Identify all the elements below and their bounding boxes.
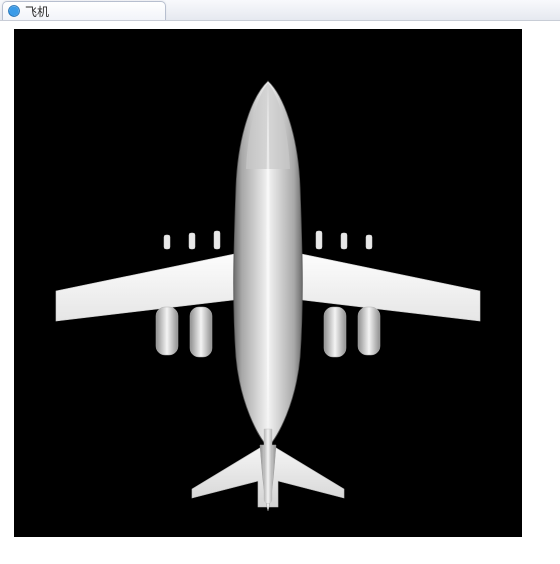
globe-icon — [7, 4, 21, 18]
tab-label: 飞机 — [25, 3, 49, 20]
tab-airplane[interactable]: 飞机 — [2, 1, 166, 20]
airplane-illustration — [14, 29, 522, 537]
browser-window: 飞机 — [0, 0, 560, 564]
canvas-area — [14, 29, 522, 537]
page-content — [0, 21, 560, 564]
vertical-fin — [264, 429, 272, 504]
tab-bar: 飞机 — [0, 0, 560, 21]
